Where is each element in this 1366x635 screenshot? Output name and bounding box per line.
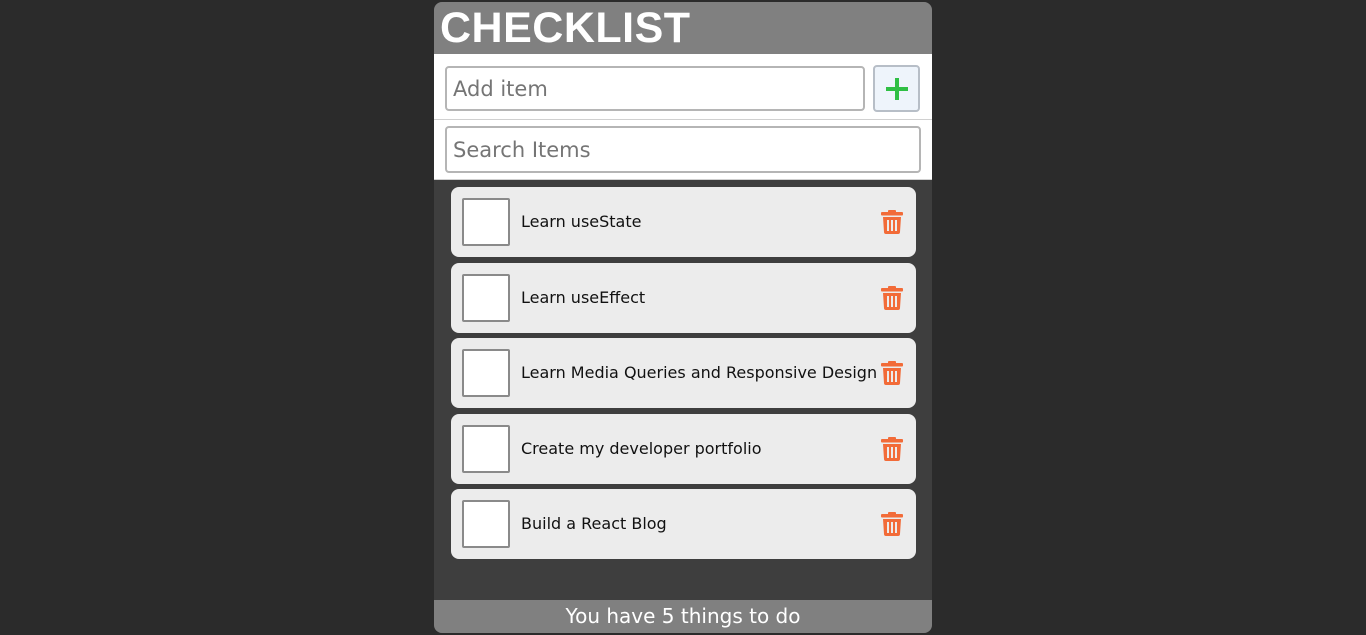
item-label[interactable]: Learn useEffect [521, 287, 645, 309]
trash-icon[interactable] [881, 512, 903, 536]
item-checkbox[interactable] [462, 425, 510, 473]
search-form [434, 120, 932, 180]
list-item: Learn Media Queries and Responsive Desig… [451, 338, 916, 408]
item-checkbox[interactable] [462, 274, 510, 322]
item-checkbox[interactable] [462, 500, 510, 548]
checklist-app: CHECKLIST Learn useState [434, 2, 932, 633]
add-item-input[interactable] [445, 66, 865, 111]
list-item: Create my developer portfolio [451, 414, 916, 484]
plus-icon [885, 77, 908, 100]
add-item-button[interactable] [873, 65, 920, 112]
list-item: Learn useEffect [451, 263, 916, 333]
item-checkbox[interactable] [462, 349, 510, 397]
trash-icon[interactable] [881, 210, 903, 234]
trash-icon[interactable] [881, 286, 903, 310]
item-label[interactable]: Build a React Blog [521, 513, 667, 535]
item-label[interactable]: Learn Media Queries and Responsive Desig… [521, 362, 877, 384]
list-item: Build a React Blog [451, 489, 916, 559]
page-title: CHECKLIST [440, 4, 691, 52]
search-input[interactable] [445, 126, 921, 173]
item-label[interactable]: Create my developer portfolio [521, 438, 762, 460]
app-header: CHECKLIST [434, 2, 932, 54]
items-count-footer: You have 5 things to do [434, 600, 932, 633]
item-checkbox[interactable] [462, 198, 510, 246]
trash-icon[interactable] [881, 361, 903, 385]
add-item-form [434, 54, 932, 120]
item-label[interactable]: Learn useState [521, 211, 641, 233]
trash-icon[interactable] [881, 437, 903, 461]
list-item: Learn useState [451, 187, 916, 257]
